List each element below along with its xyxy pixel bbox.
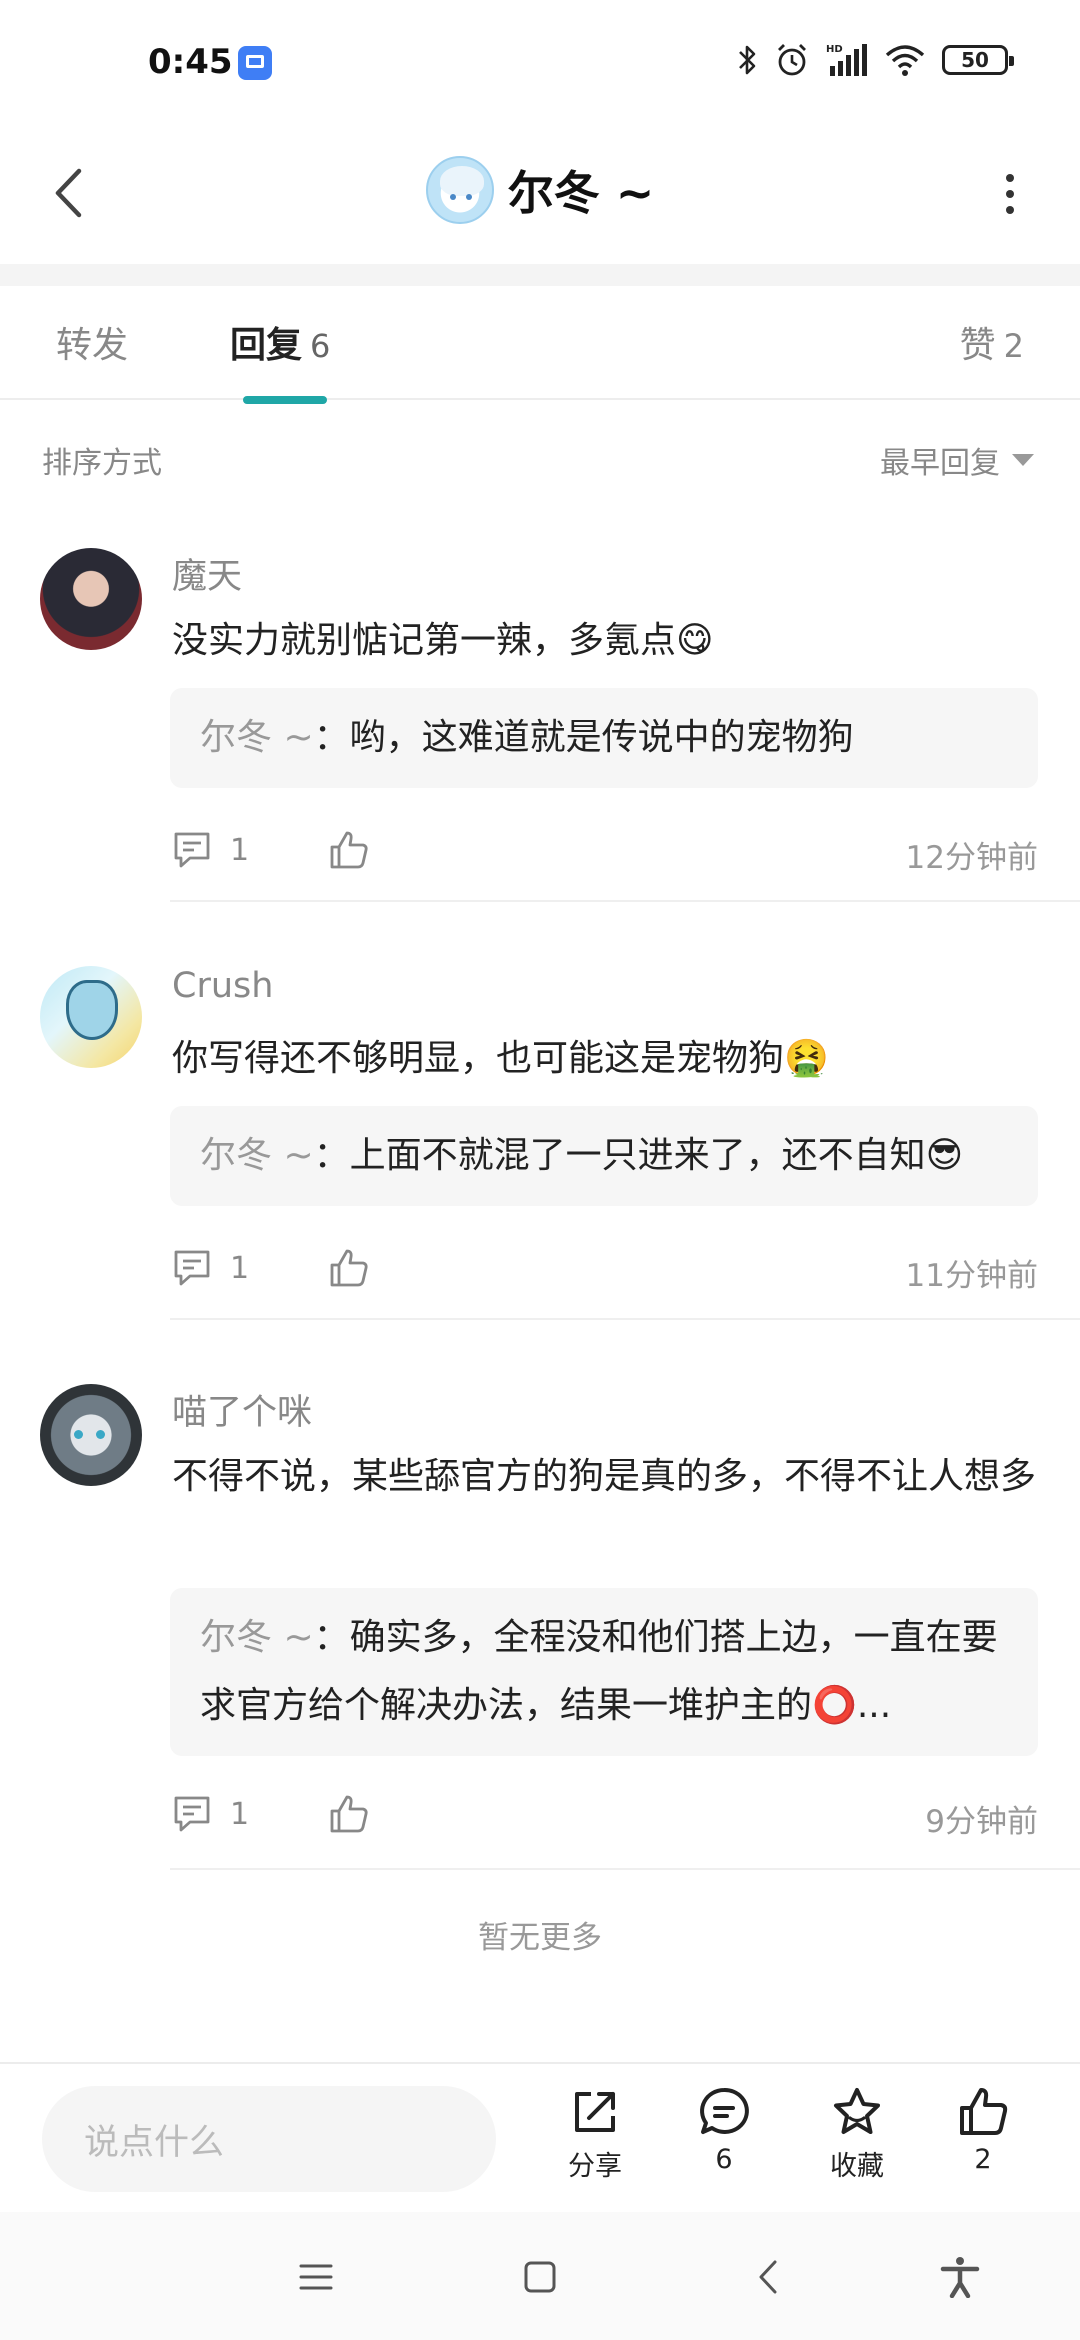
accessibility-button[interactable] xyxy=(930,2252,990,2302)
share-label: 分享 xyxy=(568,2151,622,2182)
divider xyxy=(170,1868,1080,1870)
like-button[interactable] xyxy=(328,1248,370,1292)
like-button[interactable] xyxy=(328,830,370,874)
reply-preview[interactable]: 尔冬 ~：确实多，全程没和他们搭上边，一直在要求官方给个解决办法，结果一堆护主的… xyxy=(170,1588,1038,1756)
star-icon xyxy=(834,2088,880,2134)
thumbs-up-icon xyxy=(330,1795,368,1833)
tab-reply-count: 6 xyxy=(310,327,331,365)
comment-author[interactable]: 魔天 xyxy=(172,548,242,599)
avatar[interactable] xyxy=(40,966,142,1068)
sort-label: 排序方式 xyxy=(42,446,162,481)
comment-actions: 1 11分钟前 xyxy=(172,1238,1038,1298)
no-more-text: 暂无更多 xyxy=(478,1920,602,1956)
header-user[interactable]: 尔冬 ~ xyxy=(0,140,1080,240)
reply-author: 尔冬 ~ xyxy=(200,717,314,758)
more-button[interactable] xyxy=(980,154,1040,234)
sort-dropdown[interactable]: 最早回复 xyxy=(880,438,1034,482)
reply-preview[interactable]: 尔冬 ~：上面不就混了一只进来了，还不自知😎 xyxy=(170,1106,1038,1206)
thumbs-up-icon xyxy=(960,2088,1008,2135)
avatar[interactable] xyxy=(40,548,142,650)
comment-icon xyxy=(174,832,210,868)
sort-value: 最早回复 xyxy=(880,446,1000,481)
comment-text[interactable]: 没实力就别惦记第一辣，多氪点😋 xyxy=(172,610,1042,672)
comment-icon xyxy=(174,1250,210,1286)
favorite-label: 收藏 xyxy=(830,2151,884,2182)
reply-count: 1 xyxy=(230,1796,250,1832)
like-post-button[interactable]: 2 xyxy=(928,2086,1038,2196)
header: 尔冬 ~ xyxy=(0,120,1080,266)
comment-author[interactable]: 喵了个咪 xyxy=(172,1384,312,1435)
more-vertical-icon xyxy=(1006,174,1014,182)
reply-text: ：上面不就混了一只进来了，还不自知😎 xyxy=(313,1135,964,1176)
system-back-button[interactable] xyxy=(738,2252,798,2302)
comment-actions: 1 12分钟前 xyxy=(172,820,1038,880)
like-button[interactable] xyxy=(328,1794,370,1838)
reply-text: ：哟，这难道就是传说中的宠物狗 xyxy=(313,717,854,758)
divider xyxy=(170,900,1080,902)
comment-input[interactable]: 说点什么 xyxy=(42,2086,496,2192)
reply-count: 1 xyxy=(230,832,250,868)
wifi-icon xyxy=(885,45,925,76)
caret-down-icon xyxy=(1012,454,1034,466)
thumbs-up-icon xyxy=(330,1249,368,1287)
status-time: 0:45 xyxy=(148,42,233,82)
tab-like-count: 2 xyxy=(1003,327,1024,365)
tab-repost[interactable]: 转发 xyxy=(56,316,128,368)
sort-row: 排序方式 最早回复 xyxy=(0,400,1080,518)
tab-bar: 转发 回复 6 赞2 xyxy=(0,286,1080,404)
reply-button[interactable]: 1 xyxy=(172,830,249,870)
like-count: 2 xyxy=(974,2144,992,2175)
recent-apps-button[interactable] xyxy=(286,2252,346,2302)
avatar[interactable] xyxy=(40,1384,142,1486)
bluetooth-icon xyxy=(739,45,756,75)
comment-count: 6 xyxy=(715,2144,733,2175)
comment-time: 11分钟前 xyxy=(905,1258,1038,1294)
reply-button[interactable]: 1 xyxy=(172,1794,249,1834)
menu-icon xyxy=(299,2264,333,2290)
reply-author: 尔冬 ~ xyxy=(200,1135,314,1176)
comment-actions: 1 9分钟前 xyxy=(172,1784,1038,1844)
reply-button[interactable]: 1 xyxy=(172,1248,249,1288)
reply-preview[interactable]: 尔冬 ~：哟，这难道就是传说中的宠物狗 xyxy=(170,688,1038,788)
comment-time: 9分钟前 xyxy=(925,1804,1038,1840)
svg-text:HD: HD xyxy=(826,44,843,55)
bottom-action-bar: 说点什么 分享 6 收藏 2 xyxy=(0,2062,1080,2212)
comments-button[interactable]: 6 xyxy=(669,2086,779,2196)
favorite-button[interactable]: 收藏 xyxy=(802,2086,912,2196)
section-divider xyxy=(0,264,1080,286)
system-nav-bar xyxy=(0,2212,1080,2340)
comment-icon xyxy=(174,1796,210,1832)
comment-text[interactable]: 你写得还不够明显，也可能这是宠物狗🤮 xyxy=(172,1028,1042,1090)
comment-time: 12分钟前 xyxy=(905,840,1038,876)
battery-icon: 50 xyxy=(942,45,1014,75)
home-button[interactable] xyxy=(510,2252,570,2302)
tab-repost-label: 转发 xyxy=(56,325,129,366)
avatar[interactable] xyxy=(425,156,494,224)
share-button[interactable]: 分享 xyxy=(540,2086,650,2196)
back-icon xyxy=(759,2260,777,2294)
reply-author: 尔冬 ~ xyxy=(200,1617,314,1658)
reply-text: ：确实多，全程没和他们搭上边，一直在要求官方给个解决办法，结果一堆护主的⭕... xyxy=(200,1617,998,1726)
share-icon xyxy=(575,2092,615,2132)
screen-icon xyxy=(238,46,272,80)
comment-text[interactable]: 不得不说，某些舔官方的狗是真的多，不得不让人想多 xyxy=(172,1446,1042,1508)
accessibility-icon xyxy=(940,2257,980,2298)
page-title: 尔冬 ~ xyxy=(507,166,655,220)
tab-reply[interactable]: 回复 6 xyxy=(230,316,330,368)
chat-bubble-icon xyxy=(700,2087,749,2134)
divider xyxy=(170,1318,1080,1320)
square-icon xyxy=(524,2261,556,2293)
comment-author[interactable]: Crush xyxy=(172,966,273,1006)
hd-signal-icon: HD xyxy=(826,44,867,76)
thumbs-up-icon xyxy=(330,831,368,869)
status-bar: 0:45 HD 50 xyxy=(0,0,1080,120)
reply-count: 1 xyxy=(230,1250,250,1286)
tab-like[interactable]: 赞2 xyxy=(960,316,1024,368)
tab-reply-label: 回复 xyxy=(230,325,303,366)
alarm-icon xyxy=(778,44,806,76)
status-icons: HD 50 xyxy=(736,40,1014,80)
tab-like-label: 赞 xyxy=(959,325,996,366)
